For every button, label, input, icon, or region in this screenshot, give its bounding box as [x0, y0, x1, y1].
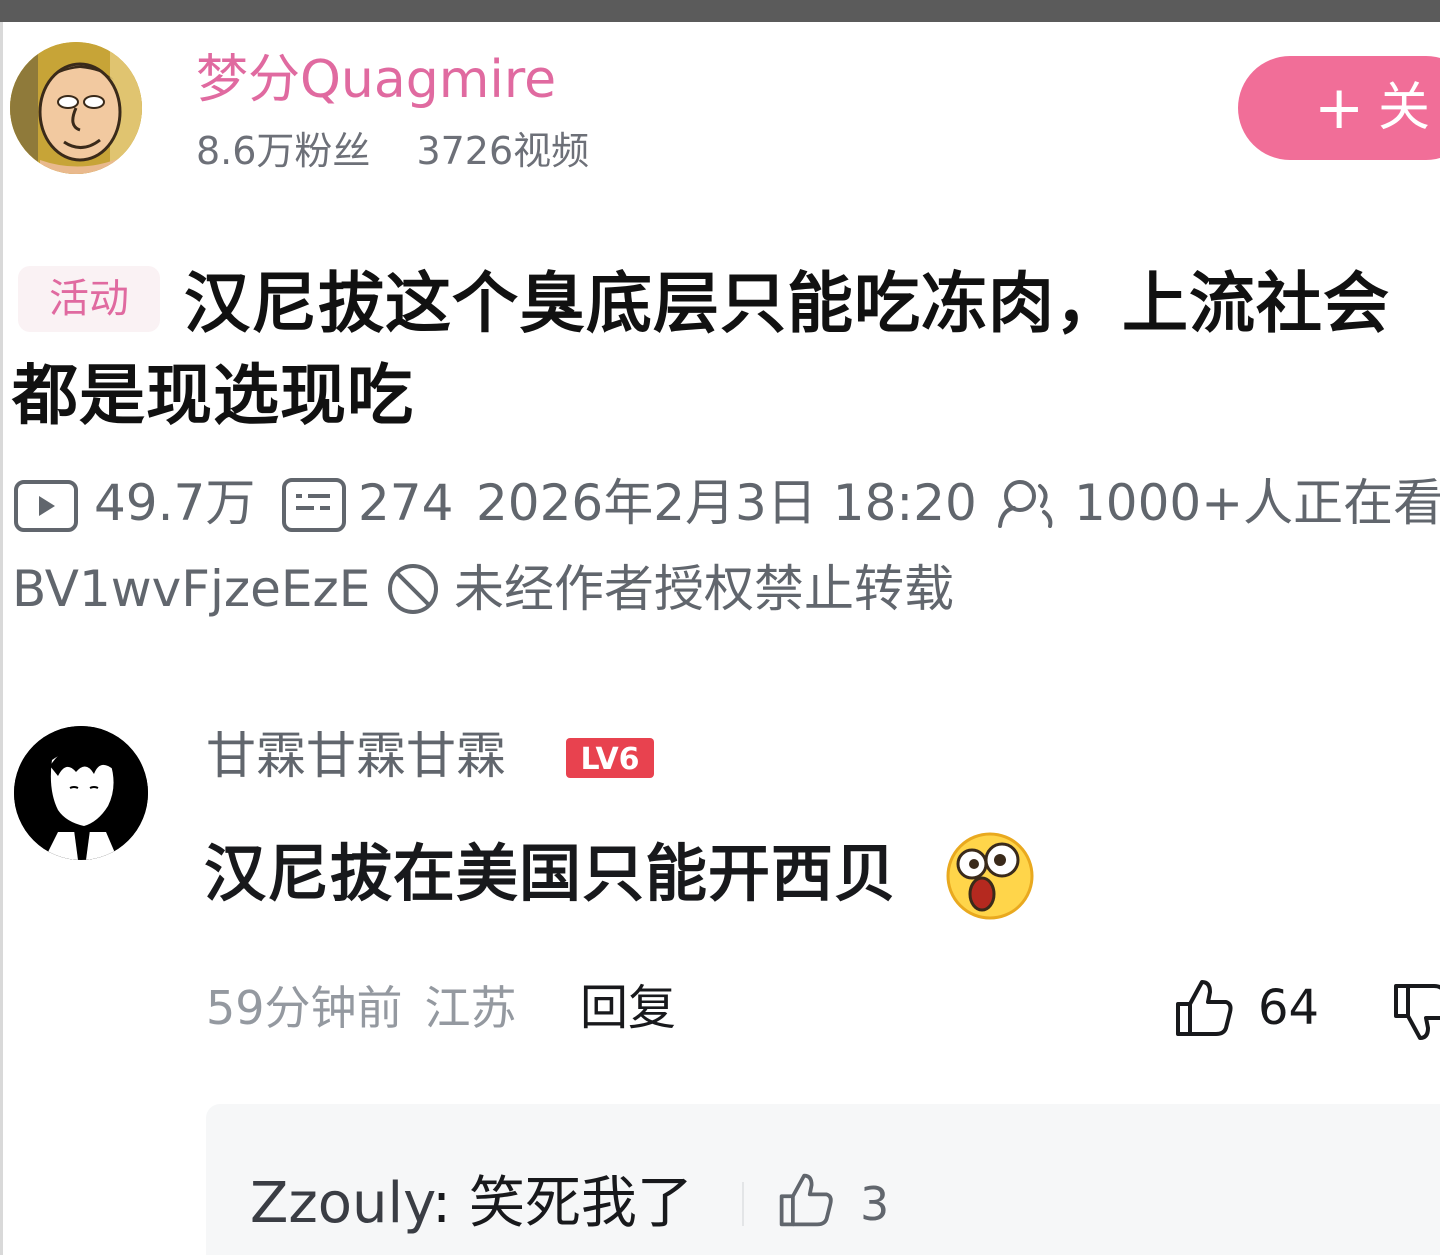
play-count-icon — [14, 480, 78, 532]
comment-meta: 59分钟前 江苏 — [206, 976, 517, 1040]
uploader-avatar[interactable] — [10, 42, 142, 174]
sub-reply-user[interactable]: Zzouly — [250, 1171, 432, 1236]
follow-button[interactable]: + 关 — [1238, 56, 1440, 160]
plus-icon: + — [1314, 73, 1365, 143]
window-edge — [0, 22, 3, 1255]
comment-text: 汉尼拔在美国只能开西贝 — [204, 837, 898, 910]
watching-count: 1000+人正在看 — [1074, 474, 1440, 532]
uploader-avatar-image — [10, 42, 142, 174]
forbid-icon — [388, 564, 438, 614]
activity-tag[interactable]: 活动 — [18, 266, 160, 332]
sub-reply-text: 笑死我了 — [468, 1171, 693, 1236]
follower-count: 8.6万粉丝 — [196, 129, 371, 173]
shocked-face-icon — [946, 832, 1034, 920]
comment-time: 59分钟前 — [206, 981, 403, 1035]
thumbs-down-icon[interactable] — [1390, 980, 1440, 1044]
sub-reply: Zzouly: 笑死我了 — [250, 1168, 693, 1240]
like-count: 64 — [1258, 980, 1320, 1036]
video-count: 3726视频 — [416, 129, 590, 173]
sub-thumbs-up-icon[interactable] — [776, 1170, 836, 1230]
danmaku-icon — [282, 478, 346, 532]
uploader-stats: 8.6万粉丝 3726视频 — [196, 126, 589, 176]
reply-button[interactable]: 回复 — [580, 976, 676, 1040]
level-badge: LV6 — [566, 738, 654, 778]
publish-datetime: 2026年2月3日 18:20 — [476, 474, 977, 532]
sub-reply-colon: : — [432, 1171, 469, 1236]
status-bar — [0, 0, 1440, 22]
commenter-avatar-image — [14, 726, 148, 860]
sub-like-count: 3 — [860, 1177, 890, 1231]
uploader-name[interactable]: 梦分Quagmire — [196, 48, 556, 112]
view-count: 49.7万 — [94, 474, 256, 532]
danmaku-count: 274 — [358, 474, 454, 532]
video-title: 汉尼拔这个臭底层只能吃冻肉，上流社会都是现选现吃 — [12, 265, 1390, 434]
thumbs-up-icon[interactable] — [1172, 976, 1236, 1040]
viewers-icon — [998, 480, 1053, 528]
comment-location: 江苏 — [424, 981, 517, 1035]
level-text: LV6 — [580, 742, 639, 777]
copyright-notice: 未经作者授权禁止转载 — [454, 560, 954, 618]
sub-reply-divider — [742, 1182, 744, 1226]
bvid: BV1wvFjzeEzE — [12, 560, 371, 618]
commenter-avatar[interactable] — [14, 726, 148, 860]
sub-reply-panel[interactable]: Zzouly: 笑死我了 3 — [206, 1104, 1440, 1255]
follow-label: 关 — [1378, 78, 1431, 138]
commenter-name[interactable]: 甘霖甘霖甘霖 — [206, 724, 506, 788]
